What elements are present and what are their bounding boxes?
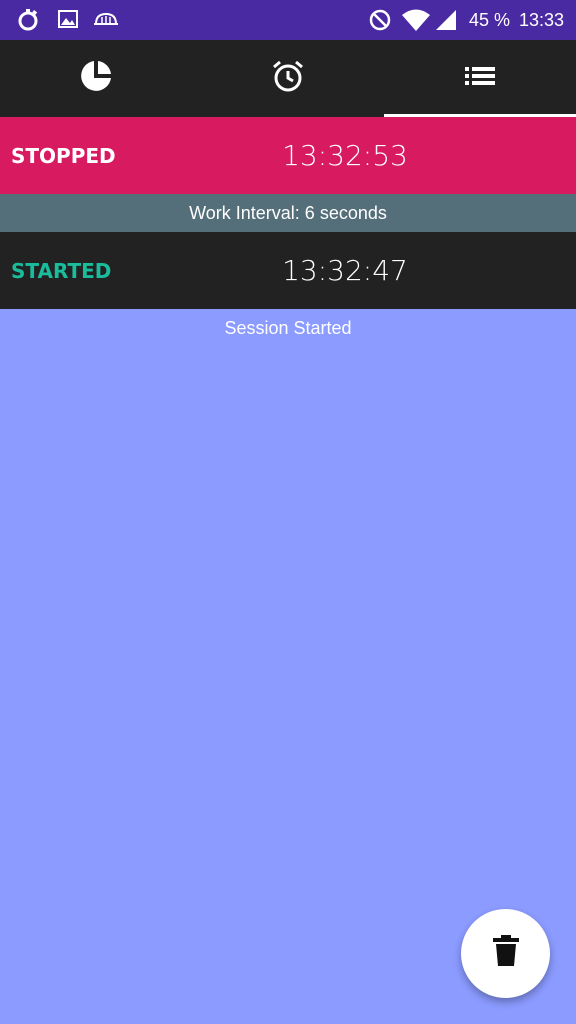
status-bar: 45 % 13:33 [0, 0, 576, 40]
status-clock: 13:33 [519, 10, 565, 30]
started-time: 13:32:47 [282, 254, 408, 287]
tab-timer[interactable] [192, 40, 384, 117]
started-label: STARTED [11, 259, 112, 283]
list-icon [464, 64, 496, 93]
battery-text: 45 % [469, 10, 511, 30]
tab-statistics[interactable] [0, 40, 192, 117]
image-icon [57, 8, 79, 35]
log-row-interval: Work Interval: 6 seconds [0, 194, 576, 232]
tab-bar [0, 40, 576, 117]
signal-icon [434, 8, 458, 37]
log-row-stopped: STOPPED 13:32:53 [0, 117, 576, 194]
stopped-time: 13:32:53 [282, 139, 408, 172]
stopped-label: STOPPED [11, 144, 116, 168]
stopwatch-icon [16, 8, 40, 37]
pie-chart-icon [79, 59, 113, 98]
log-row-started: STARTED 13:32:47 [0, 232, 576, 309]
alarm-clock-icon [271, 59, 305, 98]
cloud-icon [92, 8, 120, 35]
trash-icon [492, 935, 519, 972]
session-started-text: Session Started [224, 318, 352, 338]
do-not-disturb-icon [368, 8, 392, 37]
delete-log-button[interactable] [461, 909, 550, 998]
interval-text: Work Interval: 6 seconds [189, 203, 387, 223]
tab-log[interactable] [384, 40, 576, 117]
wifi-icon [401, 8, 431, 37]
